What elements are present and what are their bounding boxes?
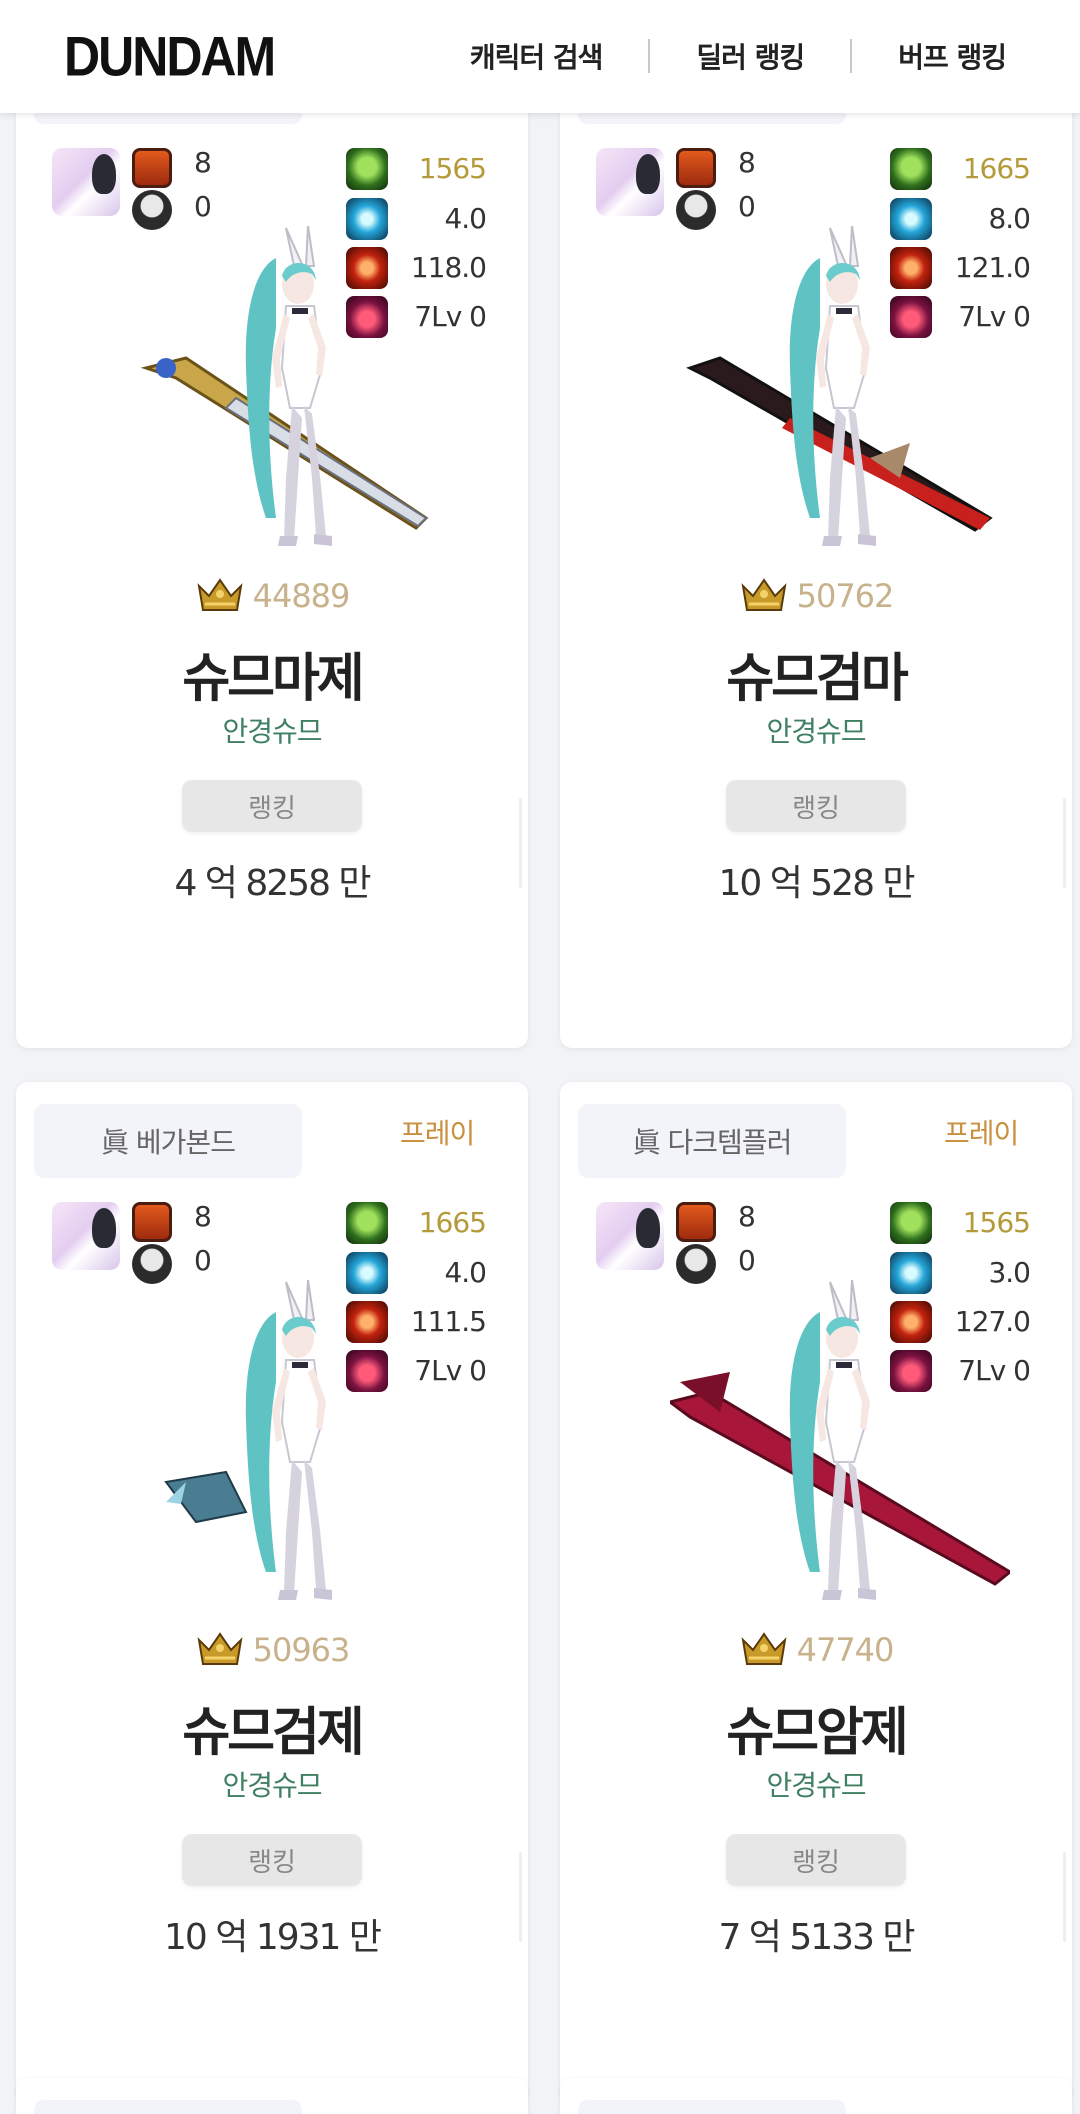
character-portrait-icon xyxy=(52,148,120,216)
server-badge: 眞 베가본드 xyxy=(34,1104,302,1178)
helmet-stat-icon xyxy=(346,1202,388,1244)
top-header: DUNDAM 캐릭터 검색 딜러 랭킹 버프 랭킹 xyxy=(0,0,1080,113)
card-scrollbar xyxy=(1063,1852,1066,1942)
server-badge xyxy=(34,2100,302,2114)
adventure-name[interactable]: 안경슈므 xyxy=(560,1764,1072,1804)
helmet-stat-icon xyxy=(890,1202,932,1244)
damage-value: 10 억 1931 만 xyxy=(164,1917,382,1958)
fame-crown-icon xyxy=(741,1632,787,1665)
fame-row: 50963 xyxy=(16,1630,528,1670)
ranking-button[interactable]: 랭킹 xyxy=(726,1834,906,1886)
ranking-button[interactable]: 랭킹 xyxy=(726,780,906,832)
card-scrollbar xyxy=(519,1852,522,1942)
small-stat-value: 8 xyxy=(194,146,212,179)
server-badge xyxy=(578,2100,846,2114)
nav-buff-ranking[interactable]: 버프 랭킹 xyxy=(898,36,1007,76)
creature-book-icon xyxy=(132,1202,172,1242)
fame-value: 50963 xyxy=(252,1631,351,1669)
character-avatar-image xyxy=(140,225,429,546)
fame-row: 44889 xyxy=(16,576,528,616)
character-card[interactable]: 眞 데몬슬레이어 프레이 8 0 1565 4.0 118.0 7Lv 0 xyxy=(16,88,528,1048)
ice-shortsword-icon xyxy=(164,1470,248,1524)
server-badge: 眞 다크템플러 xyxy=(578,1104,846,1178)
character-card[interactable]: 眞 다크템플러 프레이 8 0 1565 3.0 127.0 7Lv 0 477… xyxy=(560,1082,1072,2102)
card-scrollbar xyxy=(1063,798,1066,888)
ranking-button[interactable]: 랭킹 xyxy=(182,1834,362,1886)
stat-value: 1665 xyxy=(418,1206,487,1239)
character-name[interactable]: 슈므마제 xyxy=(16,636,528,711)
character-portrait-icon xyxy=(596,1202,664,1270)
fame-crown-icon xyxy=(197,578,243,611)
fame-value: 47740 xyxy=(796,1631,895,1669)
ranking-button[interactable]: 랭킹 xyxy=(182,780,362,832)
character-avatar-image xyxy=(164,1279,332,1600)
stat-value: 1565 xyxy=(418,152,487,185)
creature-book-icon xyxy=(676,148,716,188)
helmet-stat-icon xyxy=(346,148,388,190)
adventure-name[interactable]: 안경슈므 xyxy=(560,710,1072,750)
character-card[interactable]: 眞 데몬슬레이어 프레이 8 0 1665 8.0 121.0 7Lv 0 xyxy=(560,88,1072,1048)
nav-divider xyxy=(648,39,651,73)
adventure-tag: 프레이 xyxy=(400,1117,475,1150)
next-card-peek xyxy=(16,2078,528,2114)
adventure-name[interactable]: 안경슈므 xyxy=(16,1764,528,1804)
card-scrollbar xyxy=(519,798,522,888)
character-name[interactable]: 슈므검마 xyxy=(560,636,1072,711)
helmet-stat-icon xyxy=(890,148,932,190)
damage-value: 10 억 528 만 xyxy=(718,863,915,904)
character-name[interactable]: 슈므검제 xyxy=(16,1690,528,1765)
damage-value: 7 억 5133 만 xyxy=(718,1917,915,1958)
adventure-tag: 프레이 xyxy=(944,1117,1019,1150)
small-stat-value: 8 xyxy=(194,1200,212,1233)
fame-row: 47740 xyxy=(560,1630,1072,1670)
character-avatar-image xyxy=(686,225,993,546)
fame-value: 44889 xyxy=(252,577,351,615)
creature-book-icon xyxy=(676,1202,716,1242)
character-portrait-icon xyxy=(596,148,664,216)
fame-crown-icon xyxy=(741,578,787,611)
main-nav: 캐릭터 검색 딜러 랭킹 버프 랭킹 xyxy=(470,36,1007,76)
damage-value: 4 억 8258 만 xyxy=(174,863,371,904)
creature-book-icon xyxy=(132,148,172,188)
character-name[interactable]: 슈므암제 xyxy=(560,1690,1072,1765)
adventure-name[interactable]: 안경슈므 xyxy=(16,710,528,750)
fame-row: 50762 xyxy=(560,576,1072,616)
character-portrait-icon xyxy=(52,1202,120,1270)
fame-value: 50762 xyxy=(796,577,895,615)
stat-value: 1565 xyxy=(962,1206,1031,1239)
fame-crown-icon xyxy=(197,1632,243,1665)
character-card[interactable]: 眞 베가본드 프레이 8 0 1665 4.0 111.5 7Lv 0 5096… xyxy=(16,1082,528,2102)
stat-value: 1665 xyxy=(962,152,1031,185)
dundam-logo[interactable]: DUNDAM xyxy=(64,24,276,89)
small-stat-value: 8 xyxy=(738,146,756,179)
nav-divider xyxy=(850,39,853,73)
small-stat-value: 8 xyxy=(738,1200,756,1233)
nav-character-search[interactable]: 캐릭터 검색 xyxy=(470,36,604,76)
nav-dealer-ranking[interactable]: 딜러 랭킹 xyxy=(696,36,805,76)
character-avatar-image xyxy=(670,1279,1010,1600)
next-card-peek xyxy=(560,2078,1072,2114)
